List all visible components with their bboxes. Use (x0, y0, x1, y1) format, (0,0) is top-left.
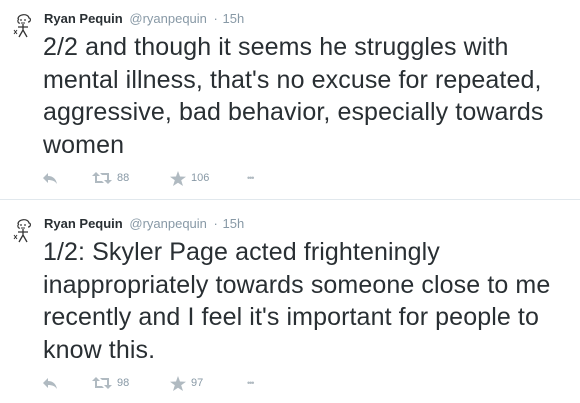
tweet-actions: 88 106 ••• (42, 168, 302, 188)
retweet-icon (92, 172, 112, 184)
dot-separator: · (213, 216, 218, 231)
more-dots-icon: ••• (247, 378, 255, 388)
author-name[interactable]: Ryan Pequin (44, 11, 123, 26)
more-button[interactable]: ••• (247, 373, 255, 393)
tweet-header: Ryan Pequin @ryanpequin · 15h (44, 10, 244, 28)
retweet-button[interactable]: 98 (92, 373, 129, 393)
favorite-button[interactable]: 97 (170, 373, 203, 393)
reply-button[interactable] (42, 373, 58, 393)
favorite-button[interactable]: 106 (170, 168, 209, 188)
tweet[interactable]: Ryan Pequin @ryanpequin · 15h 2/2 and th… (0, 0, 580, 200)
avatar-sketch-icon (13, 14, 31, 38)
author-handle[interactable]: @ryanpequin (129, 11, 207, 26)
author-handle[interactable]: @ryanpequin (129, 216, 207, 231)
avatar[interactable] (9, 10, 37, 42)
reply-button[interactable] (42, 168, 58, 188)
favorite-star-icon (170, 375, 186, 391)
timestamp[interactable]: 15h (223, 11, 245, 26)
more-dots-icon: ••• (247, 173, 255, 183)
tweet-header: Ryan Pequin @ryanpequin · 15h (44, 215, 244, 233)
reply-icon (43, 378, 57, 389)
avatar[interactable] (9, 215, 37, 247)
tweet-actions: 98 97 ••• (42, 373, 302, 393)
favorite-star-icon (170, 170, 186, 186)
tweet-text: 1/2: Skyler Page acted frighteningly ina… (43, 238, 551, 364)
avatar-sketch-icon (13, 219, 31, 243)
favorite-count: 106 (191, 172, 210, 184)
retweet-count: 98 (117, 377, 130, 389)
retweet-button[interactable]: 88 (92, 168, 129, 188)
timestamp[interactable]: 15h (223, 216, 245, 231)
tweet-text: 2/2 and though it seems he struggles wit… (43, 33, 544, 159)
tweet[interactable]: Ryan Pequin @ryanpequin · 15h 1/2: Skyle… (0, 200, 580, 403)
author-name[interactable]: Ryan Pequin (44, 216, 123, 231)
more-button[interactable]: ••• (247, 168, 255, 188)
retweet-count: 88 (117, 172, 130, 184)
dot-separator: · (213, 11, 218, 26)
reply-icon (43, 173, 57, 184)
favorite-count: 97 (191, 377, 204, 389)
retweet-icon (92, 377, 112, 389)
